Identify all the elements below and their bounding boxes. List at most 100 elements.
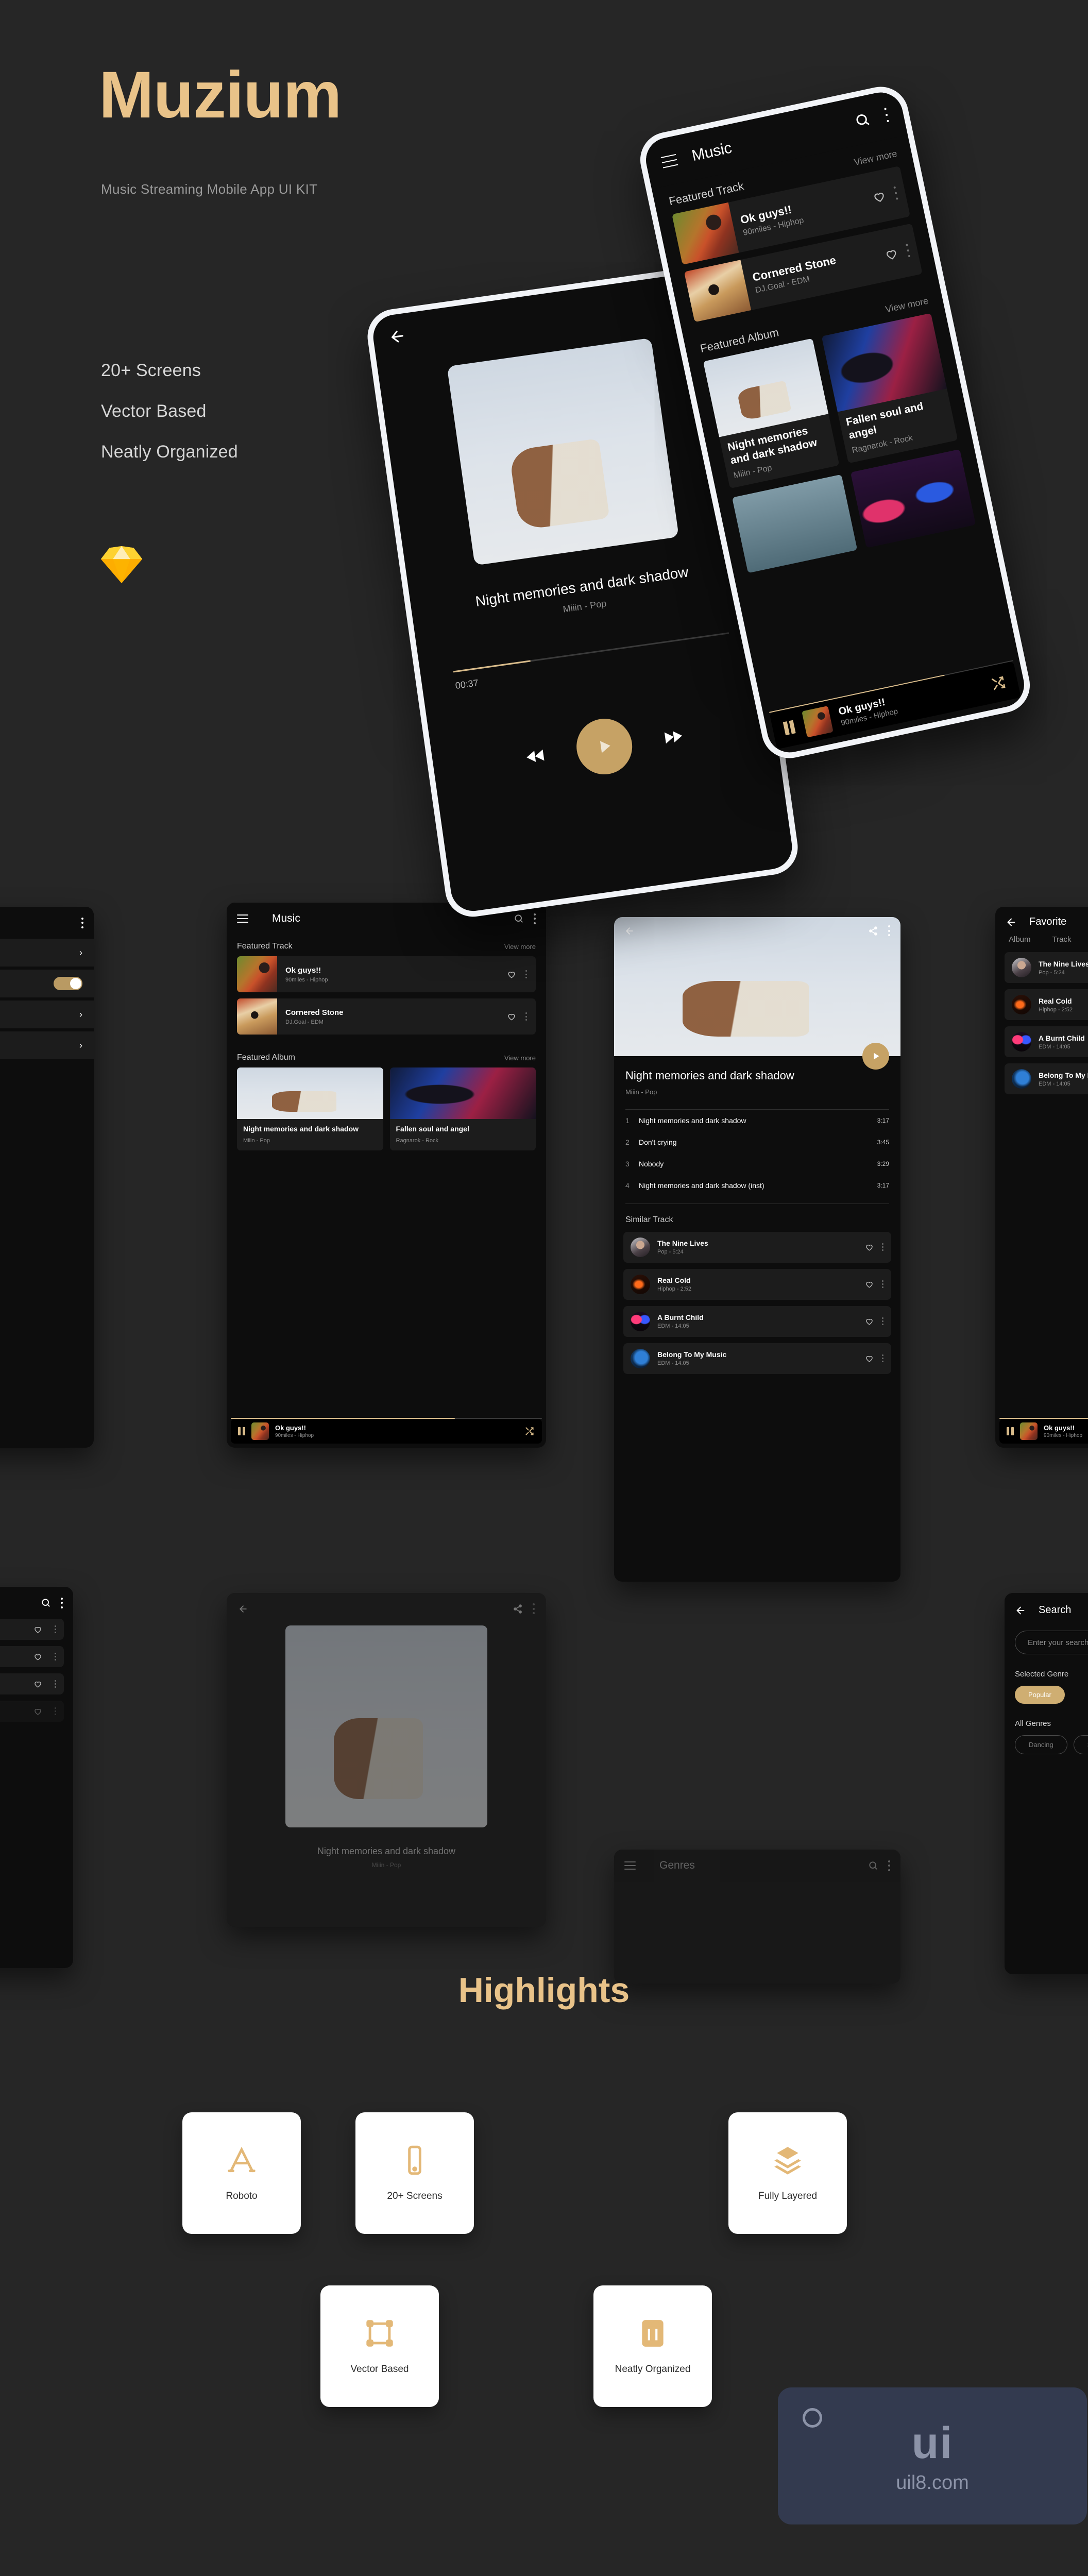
search-icon[interactable] (853, 111, 872, 129)
miniplayer[interactable]: Ok guys!! 90miles - Hiphop (231, 1419, 542, 1444)
play-button[interactable] (862, 1043, 889, 1070)
view-more-link[interactable]: View more (885, 295, 929, 315)
more-vertical-icon[interactable] (54, 1625, 57, 1633)
list-item[interactable] (0, 1619, 64, 1640)
search-icon[interactable] (868, 1860, 878, 1871)
more-vertical-icon[interactable] (881, 1280, 884, 1289)
similar-track-header: Similar Track (614, 1204, 900, 1232)
pause-icon[interactable] (238, 1427, 245, 1435)
arrow-left-icon[interactable] (238, 1604, 248, 1614)
play-button[interactable] (573, 715, 636, 778)
album-card[interactable] (850, 449, 976, 548)
settings-row[interactable]: › (0, 1001, 94, 1028)
list-item[interactable]: A Burnt Child EDM - 14:05 (623, 1306, 891, 1337)
pause-icon[interactable] (1007, 1427, 1014, 1435)
list-item[interactable]: The Nine Lives Pop - 5:24 (1005, 952, 1088, 983)
favorite-tabs: Album Track (995, 928, 1088, 952)
miniplayer[interactable]: Ok guys!! 90miles - Hiphop (999, 1419, 1088, 1444)
arrow-left-icon[interactable] (624, 926, 635, 936)
hamburger-icon[interactable] (624, 1861, 636, 1870)
more-vertical-icon[interactable] (893, 186, 898, 200)
more-vertical-icon[interactable] (888, 1860, 890, 1871)
table-row[interactable]: Ok guys!! 90miles - Hiphop (237, 956, 536, 992)
view-more-link[interactable]: View more (504, 943, 536, 951)
more-vertical-icon[interactable] (533, 913, 536, 924)
more-vertical-icon[interactable] (54, 1680, 57, 1688)
search-icon[interactable] (514, 913, 524, 924)
album-card[interactable]: Fallen soul and angel Ragnarok - Rock (821, 313, 958, 463)
share-icon[interactable] (868, 926, 878, 936)
heart-icon[interactable] (506, 969, 517, 979)
share-icon[interactable] (513, 1604, 523, 1614)
tab-album[interactable]: Album (1009, 935, 1031, 944)
hamburger-icon[interactable] (237, 914, 248, 923)
shuffle-icon[interactable] (524, 1426, 535, 1436)
more-vertical-icon[interactable] (881, 1354, 884, 1363)
heart-icon[interactable] (864, 1279, 874, 1289)
list-item[interactable]: 2 Don't crying 3:45 (614, 1131, 900, 1153)
tab-track[interactable]: Track (1052, 935, 1072, 944)
more-vertical-icon[interactable] (525, 1012, 528, 1021)
album-card[interactable]: Night memories and dark shadow Miiin - Po… (237, 1067, 383, 1150)
settings-row[interactable]: › (0, 939, 94, 967)
shuffle-icon[interactable] (989, 674, 1008, 692)
fast-forward-icon[interactable] (660, 724, 686, 750)
arrow-left-icon[interactable] (1006, 917, 1017, 928)
heart-icon[interactable] (871, 188, 888, 205)
list-item[interactable]: Belong To My MusicEDM - 14:05 (623, 1343, 891, 1374)
hamburger-icon[interactable] (660, 154, 678, 168)
more-vertical-icon[interactable] (881, 1243, 884, 1251)
more-vertical-icon[interactable] (54, 1653, 57, 1660)
settings-row[interactable]: › (0, 1031, 94, 1059)
list-item[interactable]: Belong To My MusicEDM - 14:05 (1005, 1063, 1088, 1094)
view-more-link[interactable]: View more (853, 148, 898, 167)
album-card[interactable] (732, 474, 858, 573)
more-vertical-icon[interactable] (881, 1317, 884, 1326)
heart-icon[interactable] (33, 1652, 43, 1662)
toggle-switch[interactable] (54, 977, 82, 990)
album-card[interactable]: Night memories and dark shadow Miiin - Po… (703, 338, 840, 488)
heart-icon[interactable] (864, 1316, 874, 1326)
list-item[interactable]: Real Cold Hiphop - 2:52 (1005, 989, 1088, 1020)
rewind-icon[interactable] (523, 743, 549, 769)
list-item[interactable]: 1 Night memories and dark shadow 3:17 (614, 1110, 900, 1131)
heart-icon[interactable] (864, 1242, 874, 1252)
heart-icon[interactable] (506, 1011, 517, 1022)
chip-dancing[interactable]: Dancing (1015, 1735, 1067, 1754)
heart-icon[interactable] (33, 1706, 43, 1716)
more-vertical-icon[interactable] (525, 970, 528, 978)
more-vertical-icon[interactable] (905, 244, 910, 258)
more-vertical-icon[interactable] (888, 925, 890, 936)
list-item[interactable] (0, 1646, 64, 1667)
pause-icon[interactable] (783, 720, 797, 736)
table-row[interactable]: Cornered Stone DJ.Goal - EDM (237, 998, 536, 1035)
favorite-appbar: Favorite (995, 907, 1088, 928)
list-item[interactable]: 4 Night memories and dark shadow (inst) 3:… (614, 1175, 900, 1196)
more-vertical-icon[interactable] (883, 108, 889, 123)
heart-icon[interactable] (883, 246, 900, 263)
more-vertical-icon[interactable] (60, 1597, 63, 1608)
chip-sleep[interactable]: Sleep (1073, 1735, 1088, 1754)
search-icon[interactable] (41, 1598, 51, 1608)
list-item[interactable]: Real Cold Hiphop - 2:52 (623, 1268, 891, 1300)
list-item[interactable] (0, 1673, 64, 1694)
more-vertical-icon[interactable] (54, 1707, 57, 1715)
more-vertical-icon[interactable] (81, 917, 83, 928)
view-more-link[interactable]: View more (504, 1054, 536, 1062)
arrow-left-icon[interactable] (1015, 1605, 1026, 1616)
miniplayer[interactable]: Ok guys!! 90miles - Hiphop (769, 661, 1021, 750)
section-label: Featured Track (237, 942, 293, 951)
heart-icon[interactable] (33, 1624, 43, 1634)
arrow-left-icon[interactable] (387, 327, 407, 346)
heart-icon[interactable] (33, 1679, 43, 1689)
list-item[interactable] (0, 1701, 64, 1722)
list-item[interactable]: A Burnt Child EDM - 14:05 (1005, 1026, 1088, 1057)
album-card[interactable]: Fallen soul and angel Ragnarok - Rock (389, 1067, 536, 1150)
list-item[interactable]: 3 Nobody 3:29 (614, 1153, 900, 1175)
search-input[interactable]: Enter your search (1015, 1631, 1088, 1654)
heart-icon[interactable] (864, 1353, 874, 1363)
list-item[interactable]: The Nine Lives Pop - 5:24 (623, 1231, 891, 1263)
chip-popular[interactable]: Popular (1015, 1686, 1065, 1704)
more-vertical-icon[interactable] (532, 1603, 535, 1614)
settings-row-toggle[interactable] (0, 970, 94, 997)
